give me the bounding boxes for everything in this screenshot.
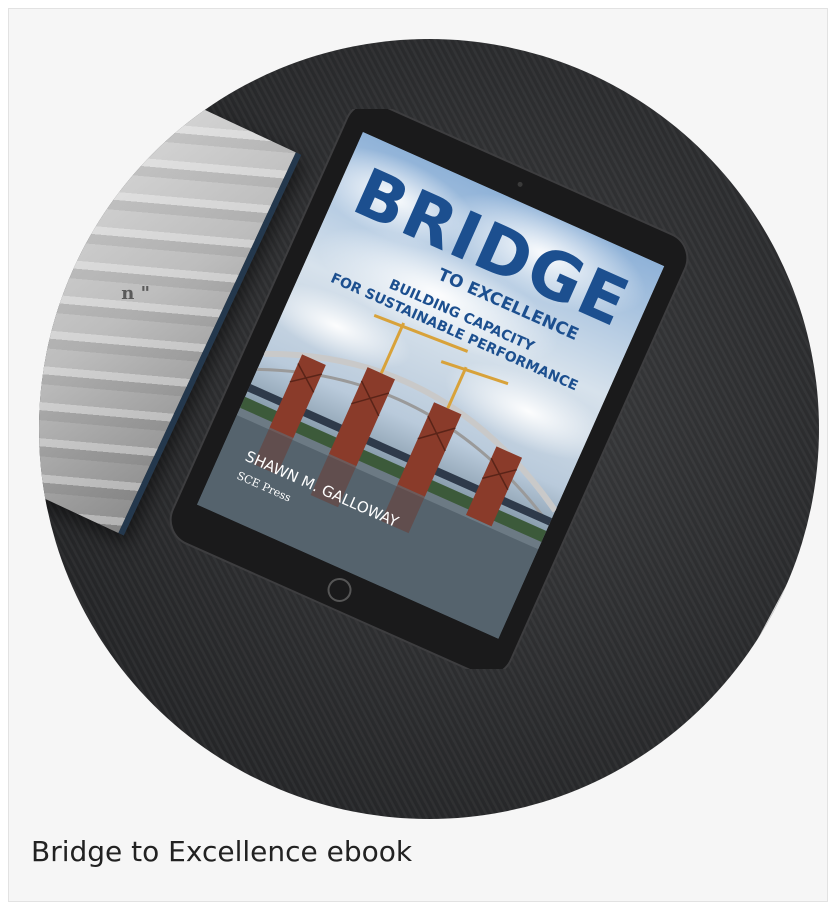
ebook-mockup-image: n " BRIDGE TO EXCELLENCE BUILDING CAPACI… [39,39,819,819]
side-book-text: n " [121,282,150,304]
figure-card: n " BRIDGE TO EXCELLENCE BUILDING CAPACI… [8,8,828,902]
tablet-device: BRIDGE TO EXCELLENCE BUILDING CAPACITY F… [169,109,689,669]
figure-caption: Bridge to Excellence ebook [31,835,413,868]
